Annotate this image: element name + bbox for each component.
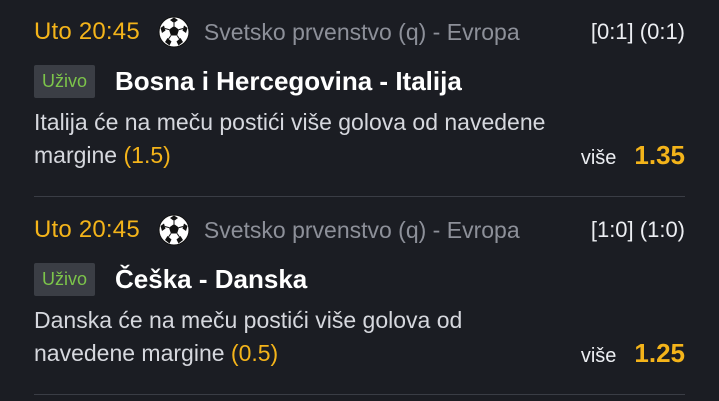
odds-value: 1.35 bbox=[634, 140, 685, 170]
competition-name: Svetsko prvenstvo (q) - Evropa bbox=[203, 216, 520, 243]
bet-list: Uto 20:45 Svetsko prvenstvo (q) - Evropa… bbox=[0, 0, 719, 401]
match-row: Uživo Češka - Danska bbox=[34, 260, 307, 298]
odds-value: 1.25 bbox=[634, 338, 685, 368]
odds-selection[interactable]: više 1.35 bbox=[581, 140, 685, 171]
odds-label: više bbox=[580, 345, 617, 367]
bet-description: Danska će na meču postići više golova od… bbox=[34, 304, 554, 370]
soccer-ball-icon bbox=[158, 16, 190, 48]
match-time: Uto 20:45 bbox=[34, 18, 140, 45]
bet-header: Uto 20:45 Svetsko prvenstvo (q) - Evropa… bbox=[34, 14, 685, 50]
bet-card[interactable]: Uto 20:45 Svetsko prvenstvo (q) - Evropa… bbox=[0, 198, 719, 395]
match-title[interactable]: Bosna i Hercegovina - Italija bbox=[115, 66, 462, 97]
bet-margin: (0.5) bbox=[230, 340, 279, 366]
soccer-ball-icon bbox=[158, 214, 190, 246]
match-time: Uto 20:45 bbox=[34, 216, 140, 243]
competition-name: Svetsko prvenstvo (q) - Evropa bbox=[203, 18, 520, 45]
match-score: [1:0] (1:0) bbox=[590, 217, 685, 242]
bet-margin: (1.5) bbox=[123, 142, 171, 168]
divider bbox=[34, 394, 685, 395]
match-title[interactable]: Češka - Danska bbox=[115, 264, 307, 295]
bet-header: Uto 20:45 Svetsko prvenstvo (q) - Evropa… bbox=[34, 212, 685, 248]
bet-description: Italija će na meču postići više golova o… bbox=[34, 106, 554, 172]
match-row: Uživo Bosna i Hercegovina - Italija bbox=[34, 62, 462, 100]
match-score: [0:1] (0:1) bbox=[590, 19, 685, 44]
live-badge: Uživo bbox=[34, 64, 96, 98]
odds-selection[interactable]: više 1.25 bbox=[581, 338, 685, 369]
live-badge: Uživo bbox=[34, 262, 96, 296]
odds-label: više bbox=[580, 147, 617, 169]
bet-card[interactable]: Uto 20:45 Svetsko prvenstvo (q) - Evropa… bbox=[0, 0, 719, 197]
divider bbox=[34, 196, 685, 197]
bet-description-text: Italija će na meču postići više golova o… bbox=[34, 109, 546, 168]
